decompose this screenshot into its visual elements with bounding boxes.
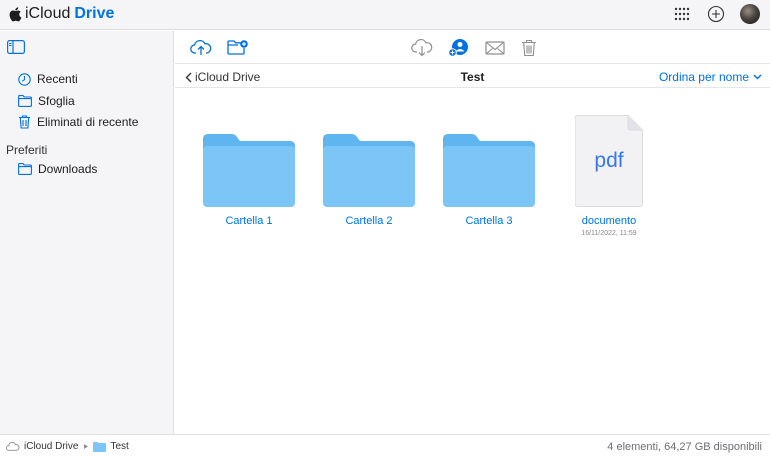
item-date: 16/11/2022, 11:59 <box>581 230 637 237</box>
nav-bar: iCloud Drive Test Ordina per nome <box>175 65 770 88</box>
sidebar-item-label: Sfoglia <box>38 94 75 108</box>
pdf-document-icon: pdf <box>575 115 643 207</box>
file-grid: Cartella 1 Cartella 2 Cartella 3 pdf doc… <box>175 89 770 434</box>
breadcrumb-item[interactable]: iCloud Drive <box>24 441 78 452</box>
sidebar-item-label: Recenti <box>37 72 78 86</box>
trash-icon <box>19 115 30 129</box>
sidebar-item-sfoglia[interactable]: Sfoglia <box>18 94 75 108</box>
status-bar: iCloud Drive Test 4 elementi, 64,27 GB d… <box>0 434 770 458</box>
sidebar-toggle-icon[interactable] <box>7 40 25 57</box>
pdf-thumb-text: pdf <box>594 149 624 172</box>
trash-icon <box>522 39 536 57</box>
favorites-section-title: Preferiti <box>6 143 48 157</box>
mail-icon <box>485 41 505 55</box>
brand-word-drive: Drive <box>74 5 115 22</box>
share-user-icon <box>448 39 468 57</box>
item-name: Cartella 2 <box>345 215 393 227</box>
sort-dropdown[interactable]: Ordina per nome <box>659 70 762 84</box>
folder-icon <box>203 134 295 207</box>
sidebar: Recenti Sfoglia Eliminati di recente Pre… <box>0 31 174 434</box>
download-icon <box>411 39 433 57</box>
brand-word-icloud: iCloud <box>25 5 71 22</box>
item-name: Cartella 3 <box>465 215 513 227</box>
file-item[interactable]: pdf documento 16/11/2022, 11:59 <box>554 111 664 237</box>
apple-logo-icon <box>9 7 22 22</box>
folder-item[interactable]: Cartella 2 <box>314 111 424 227</box>
mail-button[interactable] <box>483 37 507 59</box>
upload-button[interactable] <box>189 37 213 59</box>
avatar[interactable] <box>740 4 760 24</box>
breadcrumb: iCloud Drive Test <box>6 441 134 452</box>
breadcrumb-item[interactable]: Test <box>110 441 128 452</box>
storage-status: 4 elementi, 64,27 GB disponibili <box>607 441 762 453</box>
new-folder-button[interactable] <box>226 37 250 59</box>
app-brand[interactable]: iCloud Drive <box>8 5 114 23</box>
chevron-down-icon <box>753 74 762 80</box>
folder-icon <box>323 134 415 207</box>
sidebar-item-label: Downloads <box>38 162 98 176</box>
folder-item[interactable]: Cartella 1 <box>194 111 304 227</box>
app-grid-icon[interactable] <box>672 4 692 24</box>
triangle-right-icon <box>84 444 89 449</box>
toolbar <box>175 31 770 64</box>
new-folder-icon <box>227 40 248 55</box>
folder-icon <box>443 134 535 207</box>
clock-icon <box>18 72 31 86</box>
sidebar-item-downloads[interactable]: Downloads <box>18 162 97 176</box>
folder-item[interactable]: Cartella 3 <box>434 111 544 227</box>
sidebar-item-eliminati[interactable]: Eliminati di recente <box>18 115 138 129</box>
top-bar: iCloud Drive <box>0 0 770 30</box>
folder-icon <box>18 163 32 175</box>
plus-circle-icon[interactable] <box>706 4 726 24</box>
sidebar-item-label: Eliminati di recente <box>37 115 139 129</box>
cloud-icon <box>6 442 20 451</box>
share-user-button[interactable] <box>447 37 471 59</box>
upload-icon <box>190 39 212 55</box>
download-button[interactable] <box>410 37 434 59</box>
delete-button[interactable] <box>517 37 541 59</box>
item-name: Cartella 1 <box>225 215 273 227</box>
sort-label: Ordina per nome <box>658 70 749 84</box>
folder-icon <box>93 441 107 452</box>
item-name: documento <box>581 215 637 227</box>
sidebar-item-recenti[interactable]: Recenti <box>18 72 78 86</box>
folder-icon <box>18 95 32 107</box>
